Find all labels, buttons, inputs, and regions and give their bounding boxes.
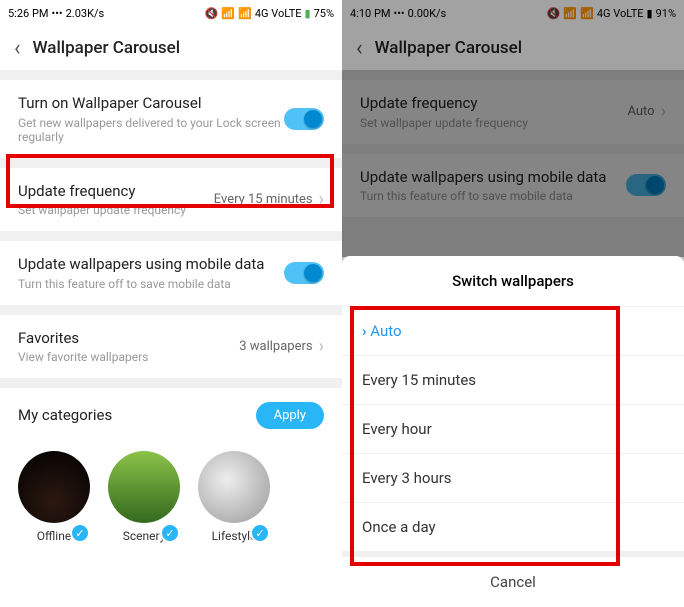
- status-speed: 2.03K/s: [66, 7, 105, 20]
- row-turn-on-carousel[interactable]: Turn on Wallpaper Carousel Get new wallp…: [0, 80, 342, 158]
- row-subtitle: Set wallpaper update frequency: [18, 203, 214, 217]
- row-title: Favorites: [18, 329, 239, 349]
- sheet-title: Switch wallpapers: [342, 256, 684, 306]
- toggle-mobile-data[interactable]: [284, 262, 324, 284]
- checkmark-icon: ✓: [70, 523, 90, 543]
- dots-icon: •••: [51, 7, 62, 20]
- option-auto[interactable]: Auto: [342, 306, 684, 355]
- chevron-right-icon: ›: [319, 336, 324, 357]
- option-every-hour[interactable]: Every hour: [342, 404, 684, 453]
- row-subtitle: Get new wallpapers delivered to your Loc…: [18, 116, 284, 144]
- status-time: 5:26 PM: [8, 7, 48, 20]
- status-bar: 5:26 PM ••• 2.03K/s 🔇 📶 📶 4G VoLTE ▮ 75%: [0, 0, 342, 26]
- status-net: 4G VoLTE: [255, 7, 302, 20]
- switch-wallpapers-sheet: Switch wallpapers Auto Every 15 minutes …: [342, 256, 684, 607]
- option-3-hours[interactable]: Every 3 hours: [342, 453, 684, 502]
- row-favorites[interactable]: Favorites View favorite wallpapers 3 wal…: [0, 315, 342, 379]
- row-value: 3 wallpapers: [239, 339, 312, 354]
- category-thumb: [198, 451, 270, 523]
- signal-icon: 📶: [238, 7, 252, 20]
- row-title: Update wallpapers using mobile data: [18, 255, 284, 275]
- row-mobile-data[interactable]: Update wallpapers using mobile data Turn…: [0, 241, 342, 305]
- battery-icon: ▮: [305, 7, 311, 20]
- category-lifestyle[interactable]: ✓ Lifestyle: [198, 451, 270, 543]
- back-icon[interactable]: ‹: [14, 36, 21, 61]
- category-label: Scenery: [123, 529, 166, 543]
- row-subtitle: Turn this feature off to save mobile dat…: [18, 277, 284, 291]
- checkmark-icon: ✓: [160, 523, 180, 543]
- row-subtitle: View favorite wallpapers: [18, 350, 239, 364]
- category-label: Offline: [37, 529, 71, 543]
- checkmark-icon: ✓: [250, 523, 270, 543]
- category-thumb: [108, 451, 180, 523]
- my-categories-header: My categories Apply: [0, 388, 342, 443]
- chevron-right-icon: ›: [319, 189, 324, 210]
- phone-left: 5:26 PM ••• 2.03K/s 🔇 📶 📶 4G VoLTE ▮ 75%…: [0, 0, 342, 607]
- category-scenery[interactable]: ✓ Scenery: [108, 451, 180, 543]
- phone-right: 4:10 PM ••• 0.00K/s 🔇 📶 📶 4G VoLTE ▮ 91%…: [342, 0, 684, 607]
- categories-list: ✓ Offline ✓ Scenery ✓ Lifestyle: [0, 443, 342, 551]
- mute-icon: 🔇: [205, 7, 219, 20]
- cancel-button[interactable]: Cancel: [342, 551, 684, 607]
- signal-icon: 📶: [221, 7, 235, 20]
- category-offline[interactable]: ✓ Offline: [18, 451, 90, 543]
- page-title: Wallpaper Carousel: [33, 38, 180, 58]
- row-update-frequency[interactable]: Update frequency Set wallpaper update fr…: [0, 168, 342, 232]
- option-15-minutes[interactable]: Every 15 minutes: [342, 355, 684, 404]
- option-once-a-day[interactable]: Once a day: [342, 502, 684, 551]
- toggle-carousel[interactable]: [284, 108, 324, 130]
- category-thumb: [18, 451, 90, 523]
- row-value: Every 15 minutes: [214, 192, 313, 207]
- status-battery: 75%: [314, 7, 334, 20]
- row-title: Turn on Wallpaper Carousel: [18, 94, 284, 114]
- row-title: Update frequency: [18, 182, 214, 202]
- header: ‹ Wallpaper Carousel: [0, 26, 342, 70]
- apply-button[interactable]: Apply: [256, 402, 324, 429]
- section-title: My categories: [18, 406, 112, 426]
